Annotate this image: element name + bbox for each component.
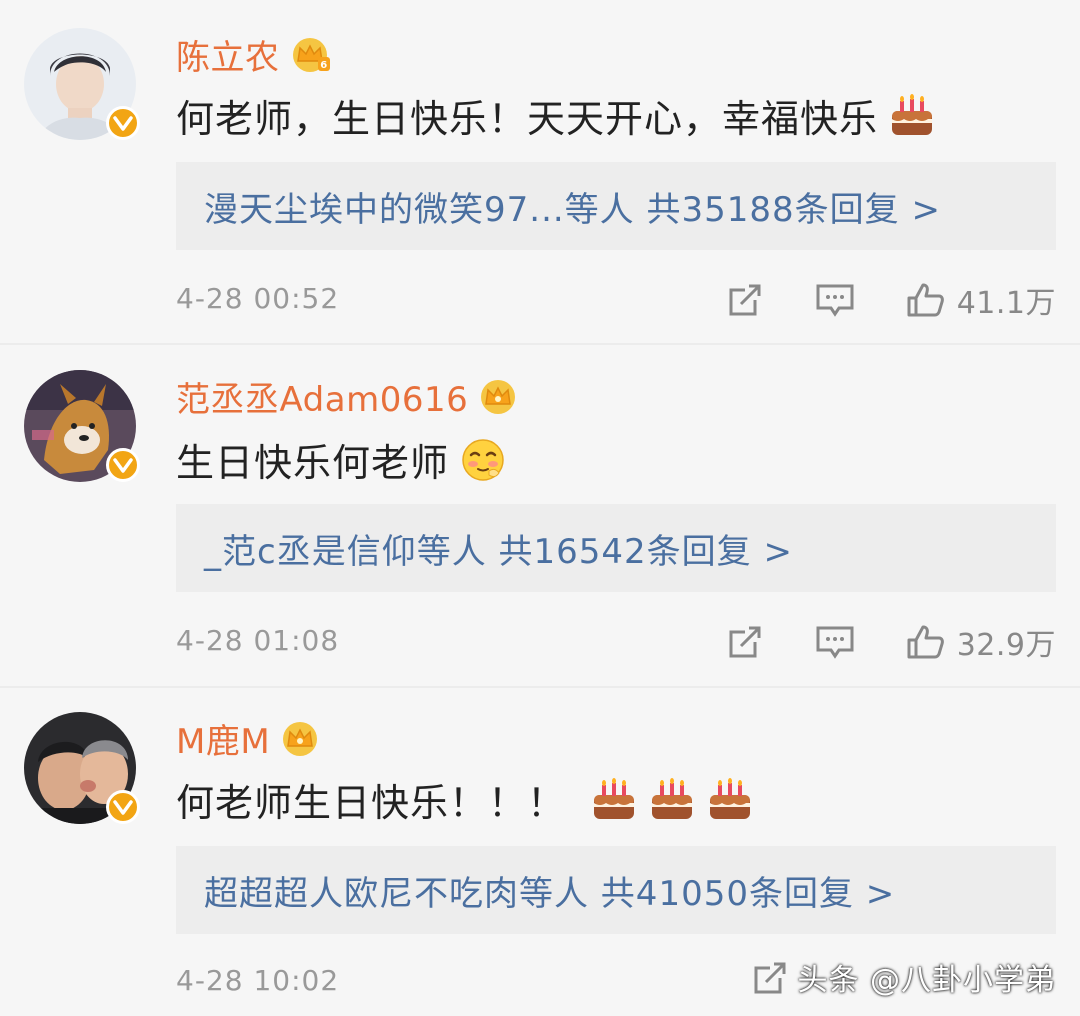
reply-preview[interactable]: 漫天尘埃中的微笑97...等人 共35188条回复 > xyxy=(176,162,1056,250)
watermark: 头条 @八卦小学弟 xyxy=(797,963,1056,998)
username[interactable]: 范丞丞Adam0616 xyxy=(176,372,520,421)
like-count: 32.9万 xyxy=(956,628,1056,663)
comment-icon[interactable] xyxy=(815,282,855,318)
blush-face-icon xyxy=(459,437,507,483)
comment-text-label: 何老师生日快乐！！！ xyxy=(176,781,567,825)
action-bar: 32.9万 xyxy=(725,620,1056,664)
reply-summary: 超超超人欧尼不吃肉等人 共41050条回复 > xyxy=(204,873,896,914)
like-icon[interactable] xyxy=(905,282,945,318)
action-bar: 41.1万 xyxy=(725,278,1056,322)
cake-icon xyxy=(648,777,696,823)
reply-preview[interactable]: _范c丞是信仰等人 共16542条回复 > xyxy=(176,504,1056,592)
verified-badge-icon xyxy=(106,448,140,482)
cake-icon xyxy=(888,93,936,139)
divider xyxy=(0,343,1080,345)
comment-text: 何老师生日快乐！！！ xyxy=(176,772,754,827)
like-icon[interactable] xyxy=(905,624,945,660)
share-icon[interactable] xyxy=(725,624,765,660)
timestamp: 4-28 10:02 xyxy=(176,964,340,997)
avatar[interactable] xyxy=(24,370,140,482)
comment-text: 生日快乐何老师 xyxy=(176,432,507,487)
timestamp: 4-28 00:52 xyxy=(176,282,340,315)
share-icon[interactable] xyxy=(750,960,790,996)
like-count: 41.1万 xyxy=(956,286,1056,321)
comment-text-label: 生日快乐何老师 xyxy=(176,441,450,485)
username[interactable]: M鹿M xyxy=(176,714,322,763)
username-label: M鹿M xyxy=(176,722,271,762)
verified-badge-icon xyxy=(106,106,140,140)
crown-icon: 6 xyxy=(288,35,332,75)
comment-text-label: 何老师，生日快乐！天天开心，幸福快乐 xyxy=(176,97,879,141)
divider xyxy=(0,686,1080,688)
avatar[interactable] xyxy=(24,28,140,140)
action-bar xyxy=(750,960,790,996)
cake-icon xyxy=(590,777,638,823)
username-label: 陈立农 xyxy=(176,38,280,78)
verified-badge-icon xyxy=(106,790,140,824)
comment-icon[interactable] xyxy=(815,624,855,660)
share-icon[interactable] xyxy=(725,282,765,318)
comment-text: 何老师，生日快乐！天天开心，幸福快乐 xyxy=(176,88,936,143)
crown-icon xyxy=(278,719,322,759)
username-label: 范丞丞Adam0616 xyxy=(176,380,469,420)
reply-summary: 漫天尘埃中的微笑97...等人 共35188条回复 > xyxy=(204,189,941,230)
username[interactable]: 陈立农 6 xyxy=(176,30,332,79)
crown-icon xyxy=(476,377,520,417)
cake-icon xyxy=(706,777,754,823)
avatar[interactable] xyxy=(24,712,140,824)
reply-preview[interactable]: 超超超人欧尼不吃肉等人 共41050条回复 > xyxy=(176,846,1056,934)
svg-text:6: 6 xyxy=(320,60,327,71)
reply-summary: _范c丞是信仰等人 共16542条回复 > xyxy=(204,531,793,572)
timestamp: 4-28 01:08 xyxy=(176,624,340,657)
